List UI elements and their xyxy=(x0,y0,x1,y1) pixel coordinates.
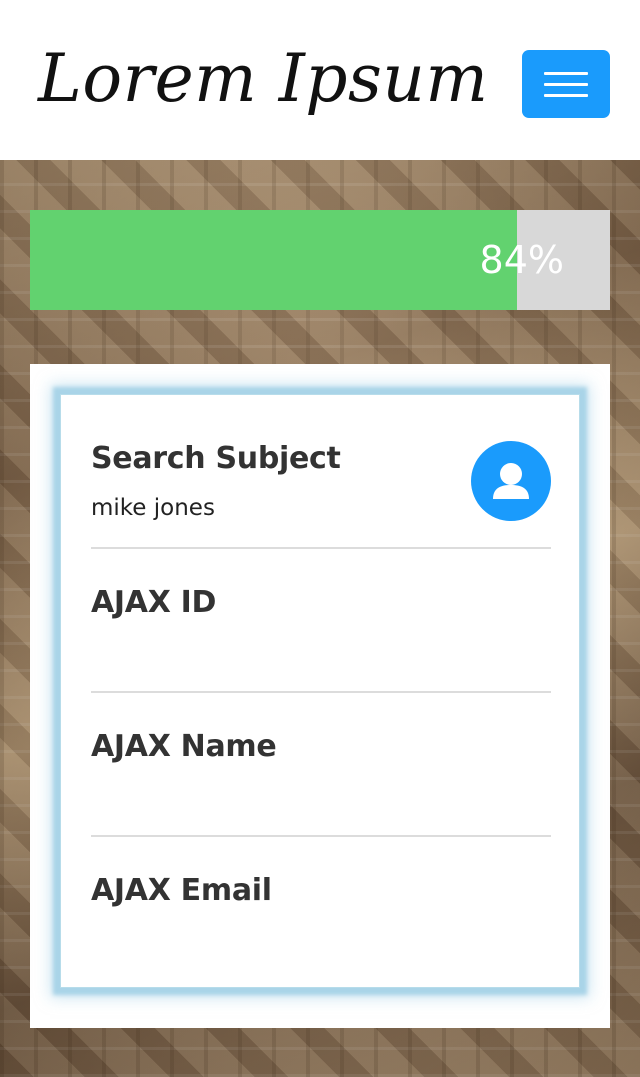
ajax-email-label: AJAX Email xyxy=(91,873,272,908)
menu-button[interactable] xyxy=(522,50,610,118)
progress-bar: 84% xyxy=(30,210,610,310)
progress-fill xyxy=(30,210,518,310)
divider xyxy=(91,691,551,693)
search-subject-value: mike jones xyxy=(91,495,215,521)
result-card: Search Subject mike jones AJAX ID AJAX N… xyxy=(30,364,610,1028)
result-panel: Search Subject mike jones AJAX ID AJAX N… xyxy=(60,394,580,988)
ajax-name-label: AJAX Name xyxy=(91,729,277,764)
site-logo[interactable]: Lorem Ipsum xyxy=(38,40,489,117)
search-subject-label: Search Subject xyxy=(91,441,341,476)
divider xyxy=(91,547,551,549)
ajax-id-label: AJAX ID xyxy=(91,585,217,620)
divider xyxy=(91,835,551,837)
progress-label: 84% xyxy=(479,238,564,282)
user-avatar-icon xyxy=(471,441,551,521)
site-header: Lorem Ipsum xyxy=(0,0,640,160)
